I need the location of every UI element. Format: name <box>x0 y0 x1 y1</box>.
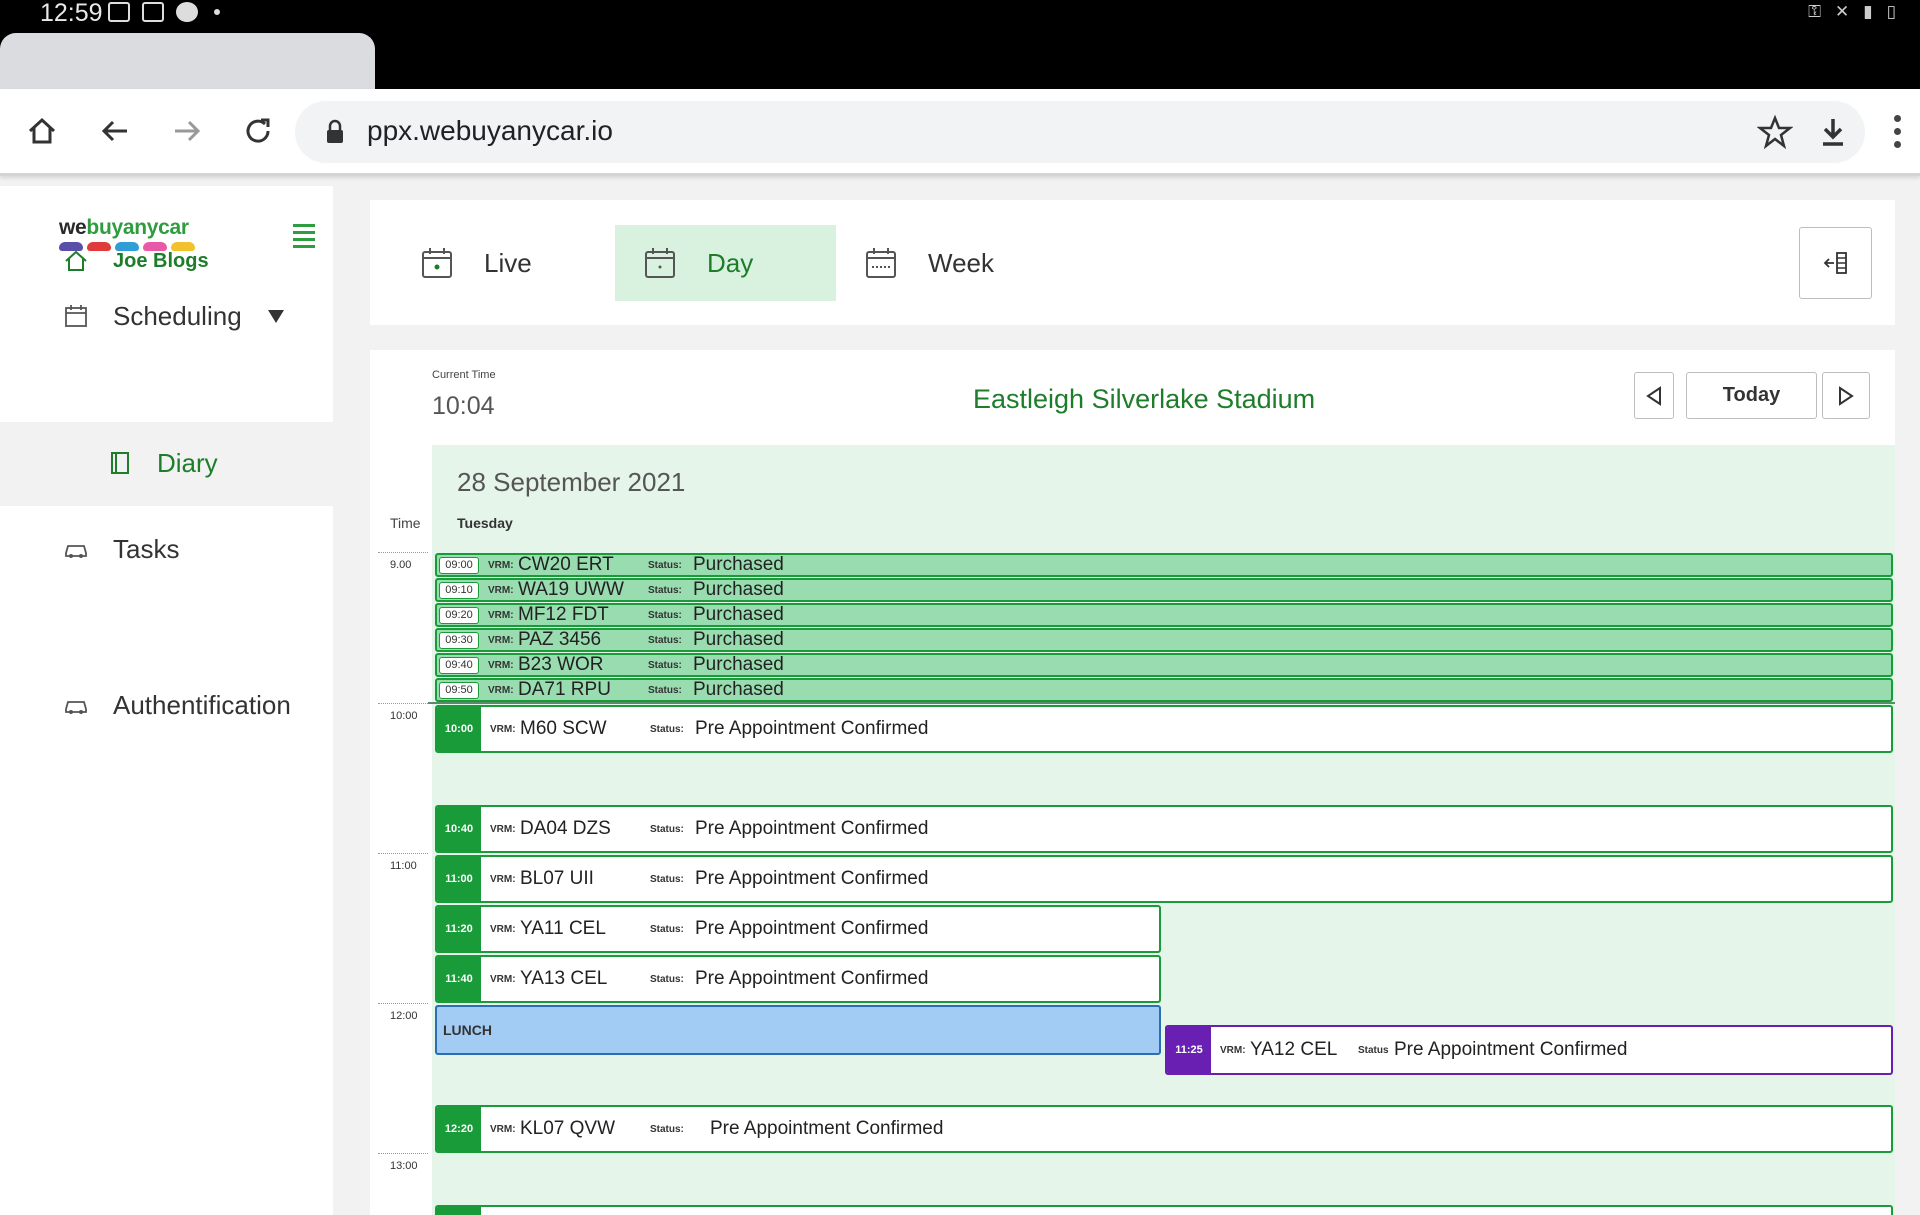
tab-week[interactable]: Week <box>836 225 1036 301</box>
car-icon <box>65 701 87 714</box>
appointment-row[interactable]: 11:20 VRM: YA11 CEL Status: Pre Appointm… <box>435 905 1161 953</box>
reload-icon[interactable] <box>238 111 278 151</box>
download-icon[interactable] <box>1815 114 1851 150</box>
hour-label: 9.00 <box>390 559 412 571</box>
home-icon[interactable] <box>22 111 62 151</box>
appointment-row[interactable]: 09:20 VRM: MF12 FDT Status: Purchased <box>435 603 1893 627</box>
shield-icon <box>142 2 164 22</box>
diary-panel: Current Time 10:04 Eastleigh Silverlake … <box>370 350 1895 1215</box>
hour-label: 11:00 <box>390 860 417 872</box>
battery-icon: ▯ <box>1886 2 1896 21</box>
appointment-row[interactable]: 09:10 VRM: WA19 UWW Status: Purchased <box>435 578 1893 602</box>
appointment-row-partial[interactable] <box>435 1205 1893 1215</box>
site-name: Eastleigh Silverlake Stadium <box>973 384 1316 414</box>
triangle-left-icon <box>1646 385 1661 406</box>
home-icon <box>65 250 87 271</box>
chevron-down-icon <box>267 309 284 323</box>
appointment-row[interactable]: 11:40 VRM: YA13 CEL Status: Pre Appointm… <box>435 955 1161 1003</box>
appointment-row[interactable]: 09:00 VRM: CW20 ERT Status: Purchased <box>435 553 1893 577</box>
system-status-bar: 12:59 ⚿ ✕ ▮ ▯ <box>0 0 1920 90</box>
sidebar: webuyanycar Joe Blogs Scheduling Diary T… <box>0 186 333 1215</box>
forward-arrow-icon[interactable] <box>167 111 207 151</box>
day-date: 28 September 2021 <box>457 467 686 497</box>
appointment-row[interactable]: 09:50 VRM: DA71 RPU Status: Purchased <box>435 678 1893 702</box>
today-button[interactable]: Today <box>1686 372 1817 419</box>
current-time-line <box>428 702 1895 704</box>
calendar-day-icon <box>645 248 675 278</box>
appointment-row[interactable]: 11:25 VRM: YA12 CEL Status Pre Appointme… <box>1165 1025 1893 1075</box>
appointment-row[interactable]: 11:00 VRM: BL07 UII Status: Pre Appointm… <box>435 855 1893 903</box>
calendar-grid-icon <box>65 305 87 327</box>
day-weekday: Tuesday <box>457 515 513 531</box>
current-time-value: 10:04 <box>432 392 495 420</box>
calendar-week-icon <box>866 248 896 278</box>
address-bar[interactable]: ppx.webuyanycar.io <box>295 101 1865 163</box>
collapse-panel-button[interactable] <box>1799 227 1872 299</box>
back-arrow-icon[interactable] <box>95 111 135 151</box>
lock-icon <box>327 119 343 143</box>
browser-tab[interactable] <box>0 33 375 90</box>
appointment-row[interactable]: 10:00 VRM: M60 SCW Status: Pre Appointme… <box>435 705 1893 753</box>
hour-label: 10:00 <box>390 710 418 722</box>
tab-live[interactable]: Live <box>370 225 590 301</box>
nav-scheduling[interactable]: Scheduling <box>0 291 333 341</box>
panel-collapse-icon <box>1823 252 1847 274</box>
notification-dot-icon <box>214 9 220 15</box>
hour-label: 13:00 <box>390 1160 418 1172</box>
nav-authentification[interactable]: Authentification <box>0 680 333 730</box>
signal-icon: ▮ <box>1863 2 1873 21</box>
key-icon: ⚿ <box>1808 2 1822 21</box>
nav-tasks[interactable]: Tasks <box>0 524 333 574</box>
next-day-button[interactable] <box>1822 372 1870 419</box>
check-circle-icon <box>176 2 198 22</box>
nav-diary[interactable]: Diary <box>0 438 333 488</box>
star-icon[interactable] <box>1757 114 1793 150</box>
triangle-right-icon <box>1839 385 1854 406</box>
status-time: 12:59 <box>40 0 103 27</box>
appointment-row[interactable]: 09:40 VRM: B23 WOR Status: Purchased <box>435 653 1893 677</box>
prev-day-button[interactable] <box>1634 372 1674 419</box>
browser-toolbar: ppx.webuyanycar.io <box>0 89 1920 176</box>
mute-icon: ✕ <box>1835 2 1850 21</box>
appointment-row[interactable]: 09:30 VRM: PAZ 3456 Status: Purchased <box>435 628 1893 652</box>
time-column-header: Time <box>390 515 421 531</box>
url-text: ppx.webuyanycar.io <box>367 115 613 146</box>
nav-user[interactable]: Joe Blogs <box>0 236 333 286</box>
browser-menu-icon[interactable] <box>1892 115 1902 148</box>
car-icon <box>65 545 87 558</box>
tab-day[interactable]: Day <box>615 225 836 301</box>
book-icon <box>111 452 129 474</box>
view-switcher: Live Day Week <box>370 200 1895 325</box>
current-time-label: Current Time <box>432 369 496 381</box>
hour-label: 12:00 <box>390 1010 418 1022</box>
appointment-row[interactable]: 12:20 VRM: KL07 QVW Status: Pre Appointm… <box>435 1105 1893 1153</box>
gallery-icon <box>108 2 130 22</box>
appointment-row[interactable]: 10:40 VRM: DA04 DZS Status: Pre Appointm… <box>435 805 1893 853</box>
lunch-block[interactable]: LUNCH <box>435 1005 1161 1055</box>
calendar-dot-icon <box>422 248 452 278</box>
